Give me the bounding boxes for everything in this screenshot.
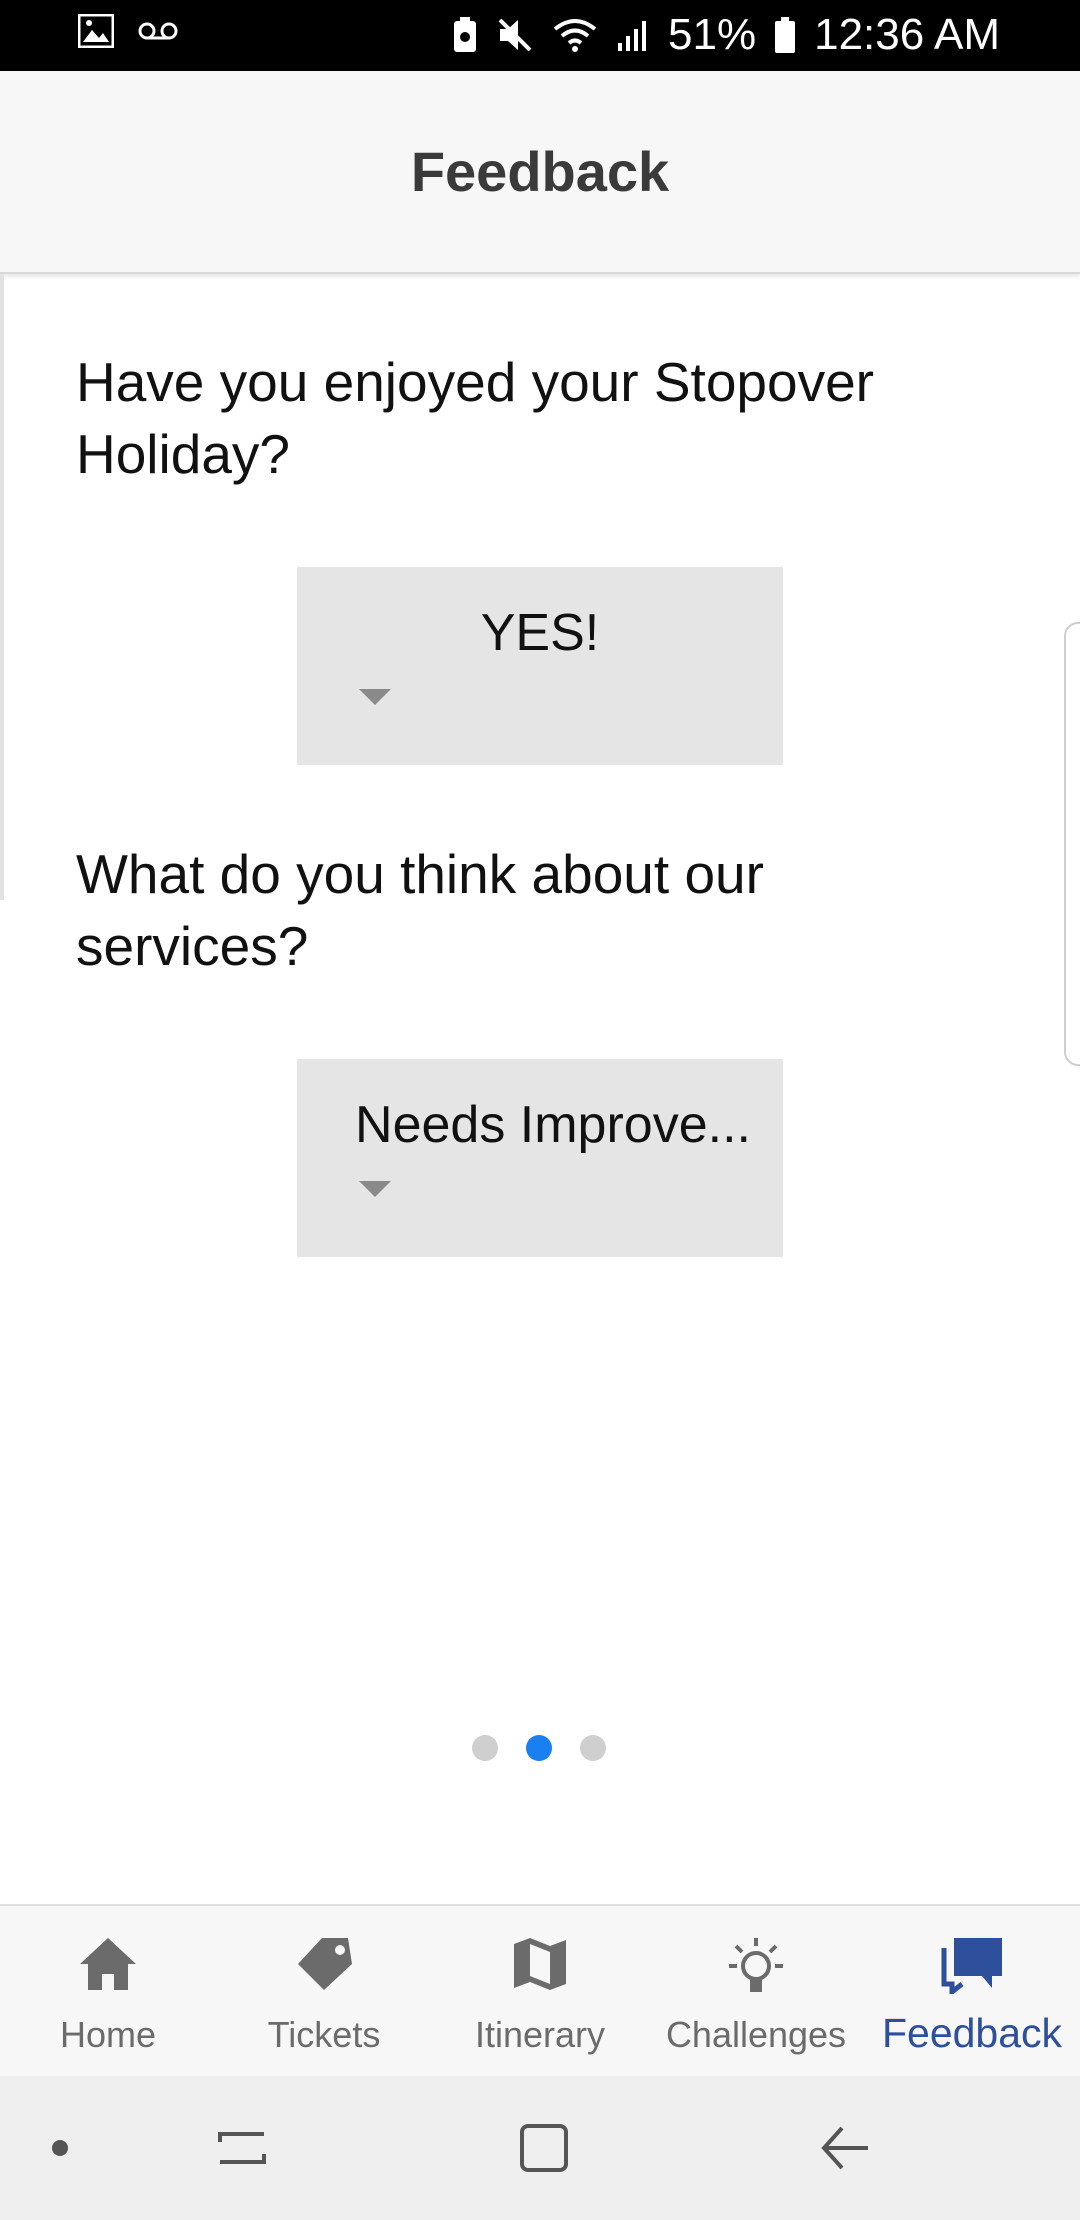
dropdown-caret-icon xyxy=(359,689,391,705)
page-dot[interactable] xyxy=(472,1735,498,1761)
app-header: Feedback xyxy=(0,71,1080,274)
enjoyed-picker-value: YES! xyxy=(480,604,600,662)
clock: 12:36 AM xyxy=(814,10,1000,59)
right-page-edge-handle[interactable] xyxy=(1064,622,1080,1066)
tab-label: Home xyxy=(59,2014,157,2055)
enjoyed-picker[interactable]: YES! xyxy=(297,567,783,765)
question-enjoyed-stopover: Have you enjoyed your Stopover Holiday? xyxy=(76,351,874,485)
tab-label: Challenges xyxy=(665,2014,847,2055)
battery-icon xyxy=(774,16,796,54)
nav-dot-icon[interactable] xyxy=(52,2076,68,2220)
page-title: Feedback xyxy=(410,140,670,203)
tab-feedback[interactable]: Feedback xyxy=(864,1906,1080,2078)
tag-icon xyxy=(294,1936,354,2006)
battery-percent: 51% xyxy=(668,10,757,59)
signal-icon xyxy=(616,17,650,53)
voicemail-icon xyxy=(138,21,178,41)
left-page-edge xyxy=(0,274,4,900)
tab-label: Feedback xyxy=(881,2010,1063,2056)
page-dot[interactable] xyxy=(580,1735,606,1761)
tab-label: Itinerary xyxy=(474,2014,606,2055)
tab-label: Tickets xyxy=(267,2014,381,2055)
tab-tickets[interactable]: Tickets xyxy=(216,1906,432,2078)
page-indicator xyxy=(472,1735,606,1761)
feedback-icon xyxy=(940,1936,1004,2006)
battery-saver-icon xyxy=(452,16,478,54)
tab-home[interactable]: Home xyxy=(0,1906,216,2078)
tab-itinerary[interactable]: Itinerary xyxy=(432,1906,648,2078)
system-nav-bar xyxy=(0,2076,1080,2220)
status-bar: 51% 12:36 AM xyxy=(0,0,1080,71)
page-dot-active[interactable] xyxy=(526,1735,552,1761)
services-picker-value: Needs Improve... xyxy=(355,1096,751,1154)
recent-apps-icon[interactable] xyxy=(216,2076,268,2220)
image-icon xyxy=(78,14,114,48)
question-services: What do you think about our services? xyxy=(76,843,764,977)
lightbulb-icon xyxy=(723,1936,789,2006)
wifi-icon xyxy=(552,17,598,53)
tab-challenges[interactable]: Challenges xyxy=(648,1906,864,2078)
map-icon xyxy=(510,1936,570,2006)
home-icon xyxy=(78,1936,138,2006)
bottom-tab-bar: Home Tickets Itinerary Challenges Feedba… xyxy=(0,1904,1080,2078)
home-button-icon[interactable] xyxy=(518,2076,570,2220)
dropdown-caret-icon xyxy=(359,1181,391,1197)
mute-icon xyxy=(496,16,534,54)
services-picker[interactable]: Needs Improve... xyxy=(297,1059,783,1257)
back-icon[interactable] xyxy=(820,2076,872,2220)
